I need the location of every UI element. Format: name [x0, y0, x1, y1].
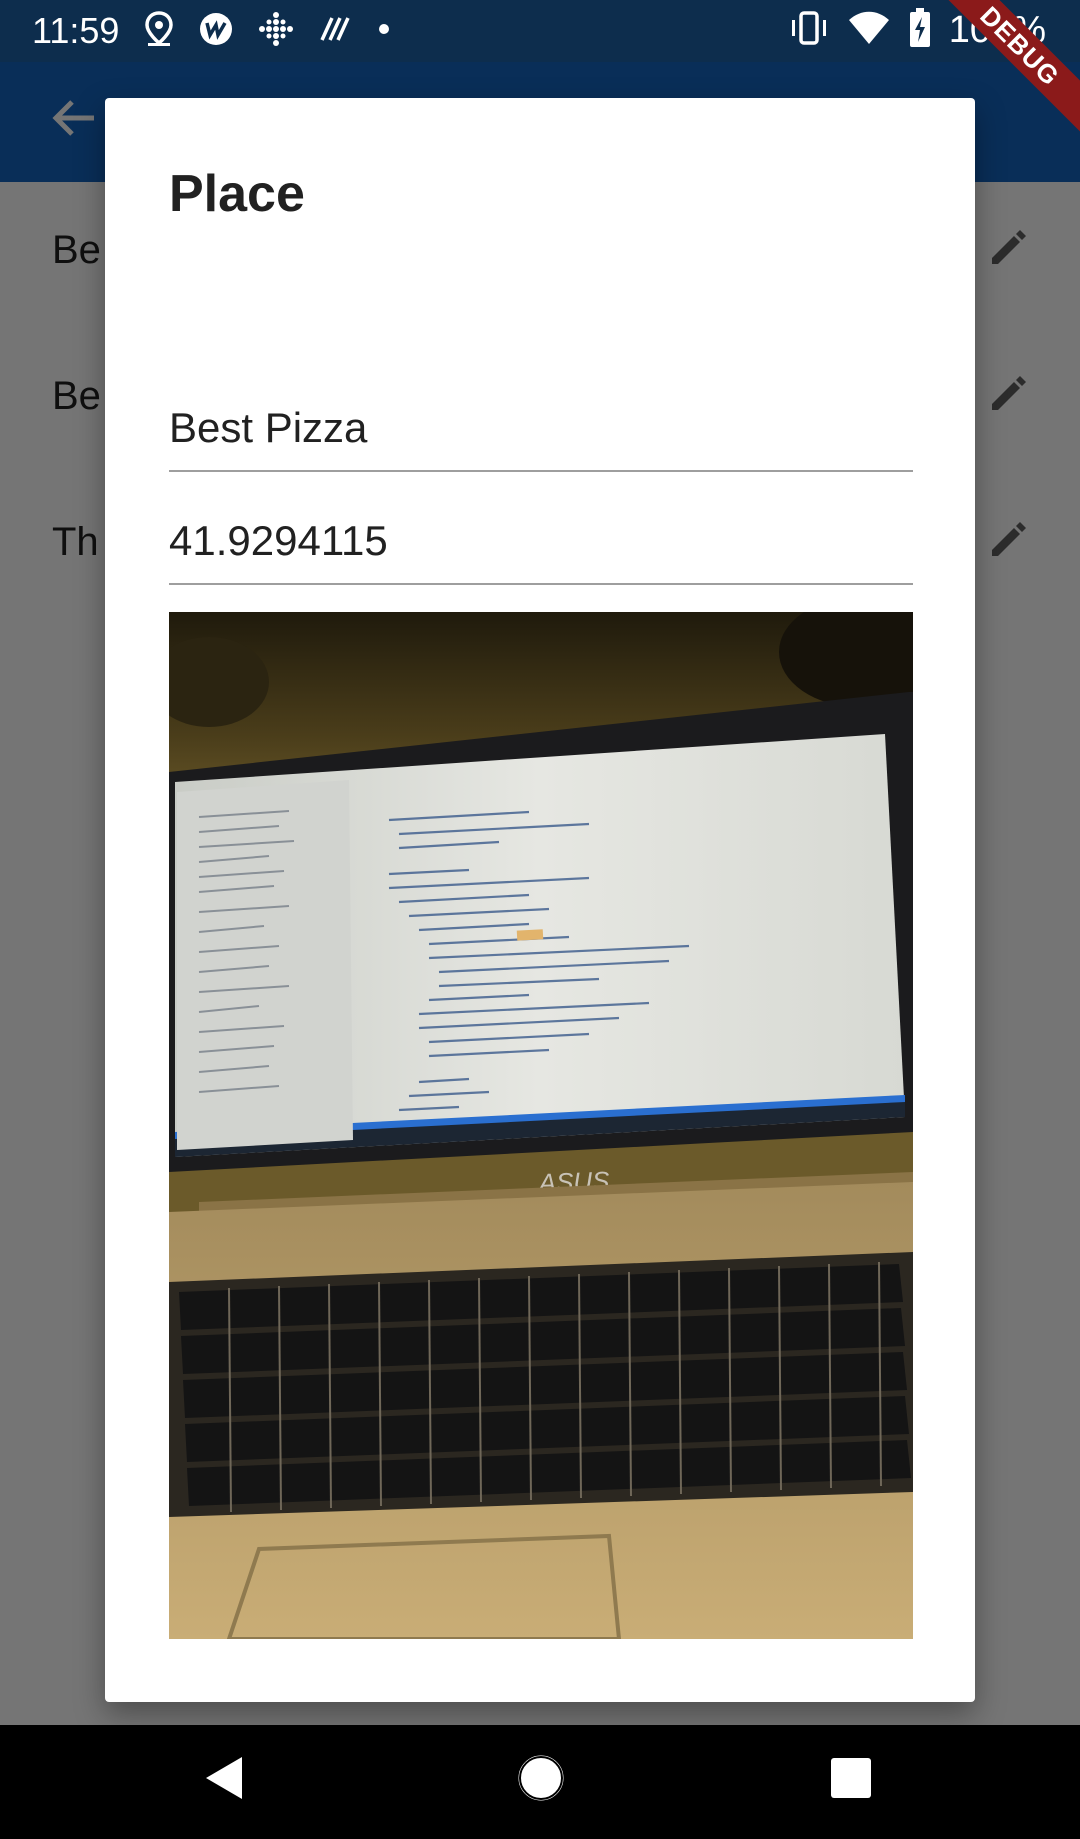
status-time: 11:59: [32, 10, 120, 51]
nav-home-icon[interactable]: [516, 1753, 566, 1808]
ubisoft-icon: [198, 11, 234, 52]
place-photo: ASUS: [169, 612, 913, 1639]
vibrate-icon: [789, 10, 829, 51]
name-input[interactable]: [169, 360, 913, 470]
wifi-icon: [847, 10, 891, 51]
latitude-input[interactable]: [169, 473, 913, 583]
name-field-underline: [169, 470, 913, 472]
dialog-title: Place: [169, 165, 305, 223]
wave-app-icon: [318, 14, 352, 49]
latitude-field[interactable]: [169, 473, 913, 585]
name-field[interactable]: [169, 360, 913, 472]
notification-icons: [144, 10, 392, 52]
status-bar: 11:59 100%: [0, 0, 1080, 62]
location-icon: [144, 10, 174, 52]
navigation-bar: [0, 1725, 1080, 1839]
place-dialog: Place Best Pizza 41.9294115 12.5268947 A…: [105, 98, 975, 1702]
nav-recents-icon[interactable]: [830, 1757, 872, 1804]
latitude-field-underline: [169, 583, 913, 585]
dot-icon: [376, 21, 392, 42]
nav-back-icon[interactable]: [204, 1755, 244, 1806]
grid-dots-icon: [258, 11, 294, 52]
battery-charging-icon: [909, 8, 931, 53]
